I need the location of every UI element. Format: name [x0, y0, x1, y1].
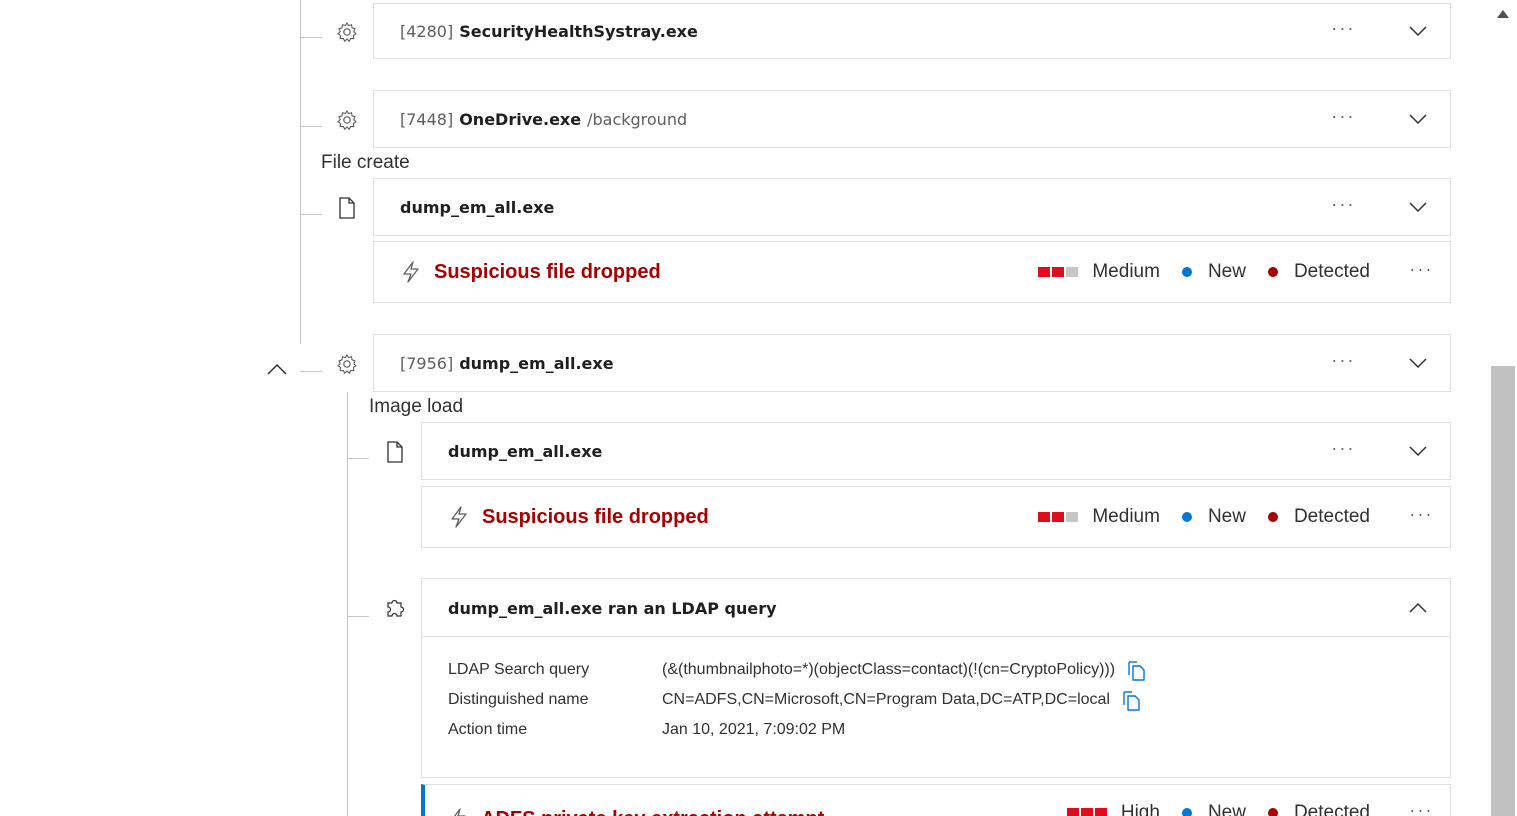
- tree-line-inner: [347, 392, 348, 816]
- status-dot: [1181, 512, 1192, 522]
- more-actions-button[interactable]: ···: [1332, 20, 1356, 39]
- severity-label: High: [1120, 802, 1160, 816]
- detection-label: Detected: [1293, 802, 1370, 816]
- copy-icon[interactable]: [1125, 659, 1147, 681]
- section-label-file-create: File create: [321, 152, 410, 173]
- tree-line-outer: [300, 0, 301, 344]
- ldap-details: LDAP Search query (&(thumbnailphoto=*)(o…: [448, 655, 1147, 745]
- section-label-image-load: Image load: [369, 396, 464, 417]
- detection-label: Detected: [1293, 261, 1370, 282]
- status-label: New: [1207, 802, 1246, 816]
- severity-label: Medium: [1092, 261, 1160, 282]
- lightning-icon: [403, 261, 419, 283]
- puzzle-icon: [387, 599, 405, 617]
- severity-indicator: [1038, 512, 1080, 522]
- more-actions-button[interactable]: ···: [1410, 802, 1434, 816]
- more-actions-button[interactable]: ···: [1410, 261, 1434, 280]
- alert-card[interactable]: Suspicious file dropped Medium New Detec…: [373, 241, 1451, 303]
- scrollbar[interactable]: [1489, 0, 1517, 816]
- file-name: dump_em_all.exe: [400, 197, 555, 217]
- file-card[interactable]: dump_em_all.exe ···: [421, 422, 1451, 480]
- chevron-down-icon[interactable]: [1408, 353, 1428, 373]
- status-dot: [1181, 267, 1192, 277]
- tree-branch: [300, 371, 322, 372]
- status-dot: [1181, 808, 1192, 816]
- detection-dot: [1267, 267, 1278, 277]
- chevron-down-icon[interactable]: [1408, 109, 1428, 129]
- process-pid: [4280]: [400, 21, 454, 41]
- lightning-icon: [451, 506, 467, 528]
- chevron-up-icon[interactable]: [266, 361, 288, 377]
- detail-row: Action time Jan 10, 2021, 7:09:02 PM: [448, 715, 1147, 745]
- severity-indicator: [1066, 808, 1109, 816]
- alert-meta: Medium New Detected: [1038, 506, 1370, 528]
- detail-key: Distinguished name: [448, 691, 589, 708]
- alert-card[interactable]: Suspicious file dropped Medium New Detec…: [421, 486, 1451, 548]
- detail-value: (&(thumbnailphoto=*)(objectClass=contact…: [662, 661, 1116, 678]
- tree-branch: [300, 126, 322, 127]
- chevron-down-icon[interactable]: [1408, 197, 1428, 217]
- detection-label: Detected: [1293, 506, 1370, 527]
- gear-icon: [337, 109, 357, 131]
- process-pid: [7956]: [400, 353, 454, 373]
- process-name: dump_em_all.exe: [459, 353, 614, 373]
- more-actions-button[interactable]: ···: [1332, 108, 1356, 127]
- detail-key: Action time: [448, 721, 528, 738]
- chevron-up-icon[interactable]: [1408, 598, 1428, 618]
- process-card-7956[interactable]: [7956] dump_em_all.exe ···: [373, 334, 1451, 392]
- process-card-7448[interactable]: [7448] OneDrive.exe /background ···: [373, 90, 1451, 148]
- divider: [422, 636, 1450, 637]
- more-actions-button[interactable]: ···: [1332, 352, 1356, 371]
- detail-value: Jan 10, 2021, 7:09:02 PM: [662, 721, 846, 738]
- lightning-icon: [453, 808, 466, 816]
- tree-branch: [300, 37, 322, 38]
- detail-row: Distinguished name CN=ADFS,CN=Microsoft,…: [448, 685, 1147, 715]
- process-name: SecurityHealthSystray.exe: [459, 21, 698, 41]
- process-args: /background: [587, 109, 688, 129]
- status-label: New: [1207, 261, 1246, 282]
- tree-branch: [347, 458, 369, 459]
- file-card[interactable]: dump_em_all.exe ···: [373, 178, 1451, 236]
- alert-meta: Medium New Detected: [1038, 261, 1370, 283]
- severity-indicator: [1038, 267, 1080, 277]
- document-icon: [339, 197, 355, 219]
- chevron-down-icon[interactable]: [1408, 21, 1428, 41]
- detail-row: LDAP Search query (&(thumbnailphoto=*)(o…: [448, 655, 1147, 685]
- gear-icon: [337, 21, 357, 43]
- alert-title[interactable]: Suspicious file dropped: [434, 261, 661, 284]
- scroll-up-arrow-icon[interactable]: [1497, 10, 1509, 18]
- detail-value: CN=ADFS,CN=Microsoft,CN=Program Data,DC=…: [662, 691, 1110, 708]
- process-name: OneDrive.exe: [459, 109, 582, 129]
- status-label: New: [1207, 506, 1246, 527]
- detection-dot: [1267, 808, 1278, 816]
- copy-icon[interactable]: [1120, 689, 1142, 711]
- ldap-title: dump_em_all.exe ran an LDAP query: [448, 598, 777, 618]
- alert-title[interactable]: Suspicious file dropped: [482, 506, 709, 529]
- more-actions-button[interactable]: ···: [1332, 196, 1356, 215]
- ldap-query-card[interactable]: dump_em_all.exe ran an LDAP query LDAP S…: [421, 578, 1451, 778]
- alert-card[interactable]: ADFS private key extraction attempt High…: [421, 784, 1451, 816]
- scrollbar-thumb[interactable]: [1491, 366, 1515, 816]
- severity-label: Medium: [1092, 506, 1160, 527]
- detail-key: LDAP Search query: [448, 661, 590, 678]
- alert-meta: High New Detected: [1066, 802, 1370, 816]
- document-icon: [387, 441, 403, 463]
- tree-branch: [347, 616, 369, 617]
- gear-icon: [337, 353, 357, 375]
- file-name: dump_em_all.exe: [448, 441, 603, 461]
- process-pid: [7448]: [400, 109, 454, 129]
- alert-title[interactable]: ADFS private key extraction attempt: [481, 808, 824, 816]
- chevron-down-icon[interactable]: [1408, 441, 1428, 461]
- more-actions-button[interactable]: ···: [1410, 506, 1434, 525]
- more-actions-button[interactable]: ···: [1332, 440, 1356, 459]
- tree-branch: [300, 214, 322, 215]
- detection-dot: [1267, 512, 1278, 522]
- process-card-4280[interactable]: [4280] SecurityHealthSystray.exe ···: [373, 3, 1451, 59]
